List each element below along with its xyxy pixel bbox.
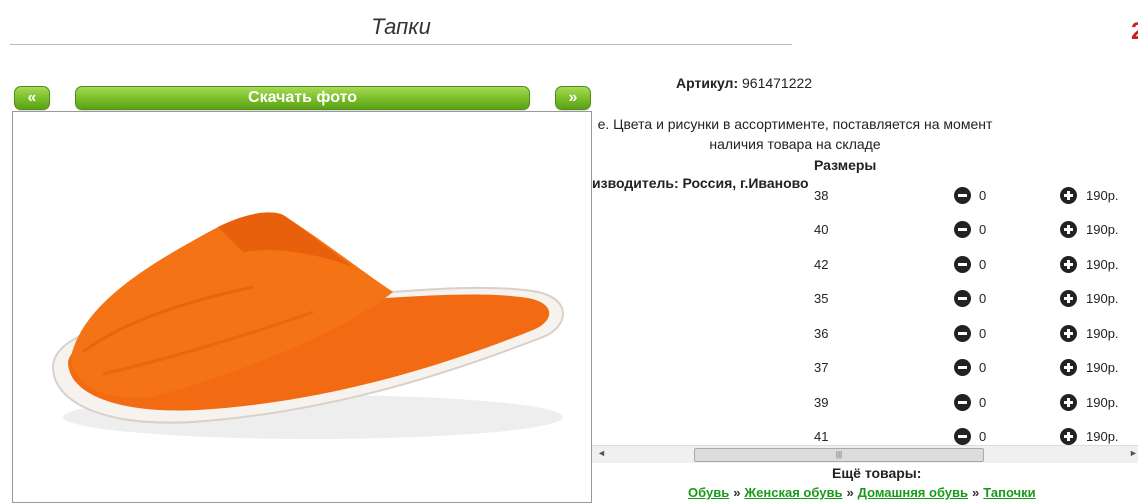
price-value: 190р. [1086, 291, 1119, 306]
sizes-panel[interactable]: Размеры 38 0 190р. 40 0 190р. 42 0 190р.… [592, 153, 1138, 445]
decorative-mark: 2 [1131, 18, 1138, 45]
more-products-label: Ещё товары: [832, 465, 922, 481]
plus-icon[interactable] [1060, 325, 1077, 342]
minus-icon[interactable] [954, 187, 971, 204]
scroll-right-icon[interactable]: ► [1129, 448, 1138, 458]
article-label: Артикул: [676, 75, 739, 91]
minus-icon[interactable] [954, 359, 971, 376]
quantity-value: 0 [979, 429, 987, 444]
size-value: 39 [814, 395, 829, 410]
price-value: 190р. [1086, 222, 1119, 237]
next-photo-button[interactable]: » [555, 86, 591, 110]
size-value: 37 [814, 360, 829, 375]
plus-icon[interactable] [1060, 290, 1077, 307]
price-value: 190р. [1086, 395, 1119, 410]
quantity-value: 0 [979, 257, 987, 272]
minus-icon[interactable] [954, 428, 971, 445]
quantity-value: 0 [979, 222, 987, 237]
size-value: 42 [814, 257, 829, 272]
quantity-value: 0 [979, 188, 987, 203]
article-value: 961471222 [742, 75, 813, 91]
plus-icon[interactable] [1060, 256, 1077, 273]
prev-photo-button[interactable]: « [14, 86, 50, 110]
size-row: 39 0 190р. [814, 393, 1134, 413]
size-row: 36 0 190р. [814, 324, 1134, 344]
size-value: 41 [814, 429, 829, 444]
minus-icon[interactable] [954, 325, 971, 342]
size-value: 35 [814, 291, 829, 306]
price-value: 190р. [1086, 326, 1119, 341]
plus-icon[interactable] [1060, 428, 1077, 445]
horizontal-scrollbar[interactable]: ◄ ||| ► [592, 445, 1138, 463]
download-photo-button[interactable]: Скачать фото [75, 86, 530, 110]
price-value: 190р. [1086, 257, 1119, 272]
size-value: 40 [814, 222, 829, 237]
product-photo[interactable] [12, 111, 592, 503]
minus-icon[interactable] [954, 221, 971, 238]
size-row: 35 0 190р. [814, 289, 1134, 309]
minus-icon[interactable] [954, 256, 971, 273]
size-row: 40 0 190р. [814, 220, 1134, 240]
size-value: 36 [814, 326, 829, 341]
price-value: 190р. [1086, 429, 1119, 444]
plus-icon[interactable] [1060, 359, 1077, 376]
size-row: 41 0 190р. [814, 427, 1134, 445]
plus-icon[interactable] [1060, 221, 1077, 238]
size-value: 38 [814, 188, 829, 203]
minus-icon[interactable] [954, 290, 971, 307]
page-title: Тапки [10, 10, 792, 45]
quantity-value: 0 [979, 326, 987, 341]
size-row: 42 0 190р. [814, 255, 1134, 275]
price-value: 190р. [1086, 360, 1119, 375]
quantity-value: 0 [979, 395, 987, 410]
minus-icon[interactable] [954, 394, 971, 411]
plus-icon[interactable] [1060, 394, 1077, 411]
product-description: е. Цвета и рисунки в ассортименте, поста… [597, 116, 993, 152]
quantity-value: 0 [979, 360, 987, 375]
size-row: 37 0 190р. [814, 358, 1134, 378]
scroll-left-icon[interactable]: ◄ [597, 448, 606, 458]
size-row: 38 0 190р. [814, 186, 1134, 206]
article-info: Артикул: 961471222 [676, 75, 812, 91]
price-value: 190р. [1086, 188, 1119, 203]
slipper-image [51, 212, 564, 439]
quantity-value: 0 [979, 291, 987, 306]
scrollbar-thumb[interactable]: ||| [694, 448, 984, 462]
sizes-header: Размеры [814, 157, 877, 173]
plus-icon[interactable] [1060, 187, 1077, 204]
